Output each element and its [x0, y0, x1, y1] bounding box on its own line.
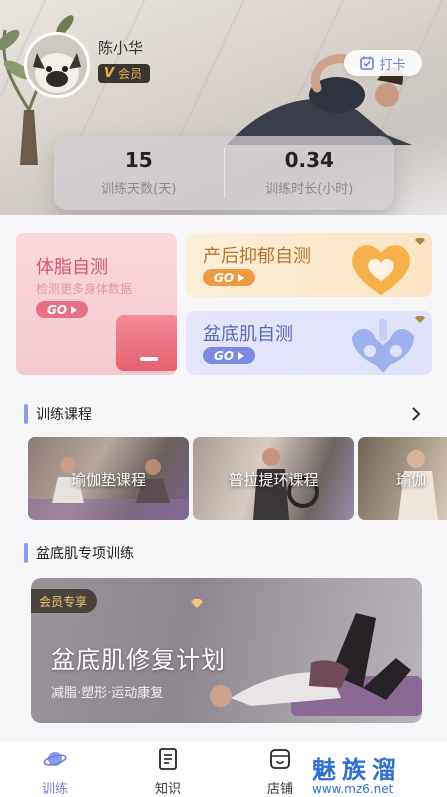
section-title: 盆底肌专项训练 — [36, 546, 134, 562]
banner-title: 盆底肌修复计划 — [51, 646, 226, 674]
tab-label: 知识 — [154, 782, 181, 797]
tab-label: 训练 — [41, 782, 68, 797]
go-button[interactable]: GO — [36, 301, 88, 318]
card-title: 产后抑郁自测 — [203, 246, 311, 267]
section-accent-bar — [24, 543, 28, 563]
body-fat-test-card[interactable]: 体脂自测 检测更多身体数据 GO — [16, 233, 177, 375]
tab-knowledge[interactable]: 知识 — [138, 748, 198, 797]
avatar[interactable] — [24, 32, 90, 98]
stat-label: 训练天数(天) — [101, 182, 177, 197]
pelvis-icon — [352, 319, 414, 373]
planet-icon — [43, 752, 67, 766]
watermark-text: 魅族溜 — [312, 756, 402, 784]
checkin-button[interactable]: 打卡 — [344, 50, 422, 76]
banner-subtitle: 减脂·塑形·运动康复 — [51, 686, 164, 701]
course-label: 普拉提环课程 — [228, 471, 319, 489]
checkin-label: 打卡 — [379, 57, 406, 73]
dog-avatar-icon — [27, 35, 87, 95]
vip-label: 会员专享 — [39, 594, 88, 609]
go-button[interactable]: GO — [203, 347, 255, 364]
go-label: GO — [213, 270, 235, 285]
course-card-yoga-mat[interactable]: 瑜伽垫课程 — [28, 437, 189, 520]
site-watermark: 魅族溜 www.mz6.net — [300, 748, 447, 797]
section-accent-bar — [24, 404, 28, 424]
profile-header: 陈小华 V 会员 打卡 15 训练天数(天) 0.34 训练时长(小时) — [0, 0, 447, 215]
card-subtitle: 检测更多身体数据 — [36, 282, 133, 296]
course-label: 瑜伽垫课程 — [70, 471, 146, 489]
play-arrow-icon — [238, 351, 245, 360]
go-label: GO — [46, 302, 68, 317]
postpartum-depression-test-card[interactable]: 产后抑郁自测 GO — [186, 233, 432, 297]
member-label: 会员 — [118, 67, 143, 81]
heart-icon — [352, 245, 410, 295]
book-icon — [159, 748, 177, 770]
scale-icon — [116, 315, 177, 371]
diamond-icon — [191, 599, 203, 608]
chevron-right-icon[interactable] — [410, 406, 422, 422]
stat-value: 15 — [124, 148, 153, 172]
go-button[interactable]: GO — [203, 269, 255, 286]
stat-training-days[interactable]: 15 训练天数(天) — [54, 136, 224, 210]
stat-value: 0.34 — [284, 148, 334, 172]
user-name: 陈小华 — [98, 39, 144, 57]
play-arrow-icon — [238, 273, 245, 282]
card-title: 体脂自测 — [36, 257, 108, 278]
course-label: 瑜伽 — [396, 471, 427, 489]
tab-training[interactable]: 训练 — [25, 748, 85, 797]
course-card-pilates-ring[interactable]: 普拉提环课程 — [193, 437, 354, 520]
members-only-tag: 会员专享 — [31, 589, 203, 613]
stat-label: 训练时长(小时) — [265, 182, 354, 197]
diamond-icon — [415, 316, 425, 323]
play-arrow-icon — [71, 305, 78, 314]
courses-section-header: 训练课程 — [24, 404, 92, 424]
course-card-partial[interactable]: 瑜伽 — [358, 437, 447, 520]
go-label: GO — [213, 348, 235, 363]
member-badge: V 会员 — [98, 64, 151, 83]
section-title: 训练课程 — [36, 407, 92, 423]
diamond-icon — [415, 238, 425, 245]
pelvic-repair-plan-banner[interactable]: 会员专享 盆底肌修复计划 减脂·塑形·运动康复 — [31, 578, 422, 723]
training-stats-card: 15 训练天数(天) 0.34 训练时长(小时) — [54, 136, 394, 210]
card-title: 盆底肌自测 — [203, 324, 293, 345]
pelvic-section-header: 盆底肌专项训练 — [24, 543, 134, 563]
pelvic-floor-test-card[interactable]: 盆底肌自测 GO — [186, 311, 432, 375]
watermark-url: www.mz6.net — [312, 782, 394, 796]
shop-icon — [270, 749, 290, 769]
stat-training-hours[interactable]: 0.34 训练时长(小时) — [225, 136, 395, 210]
vip-v-icon: V — [104, 66, 115, 81]
calendar-check-icon — [360, 56, 375, 70]
